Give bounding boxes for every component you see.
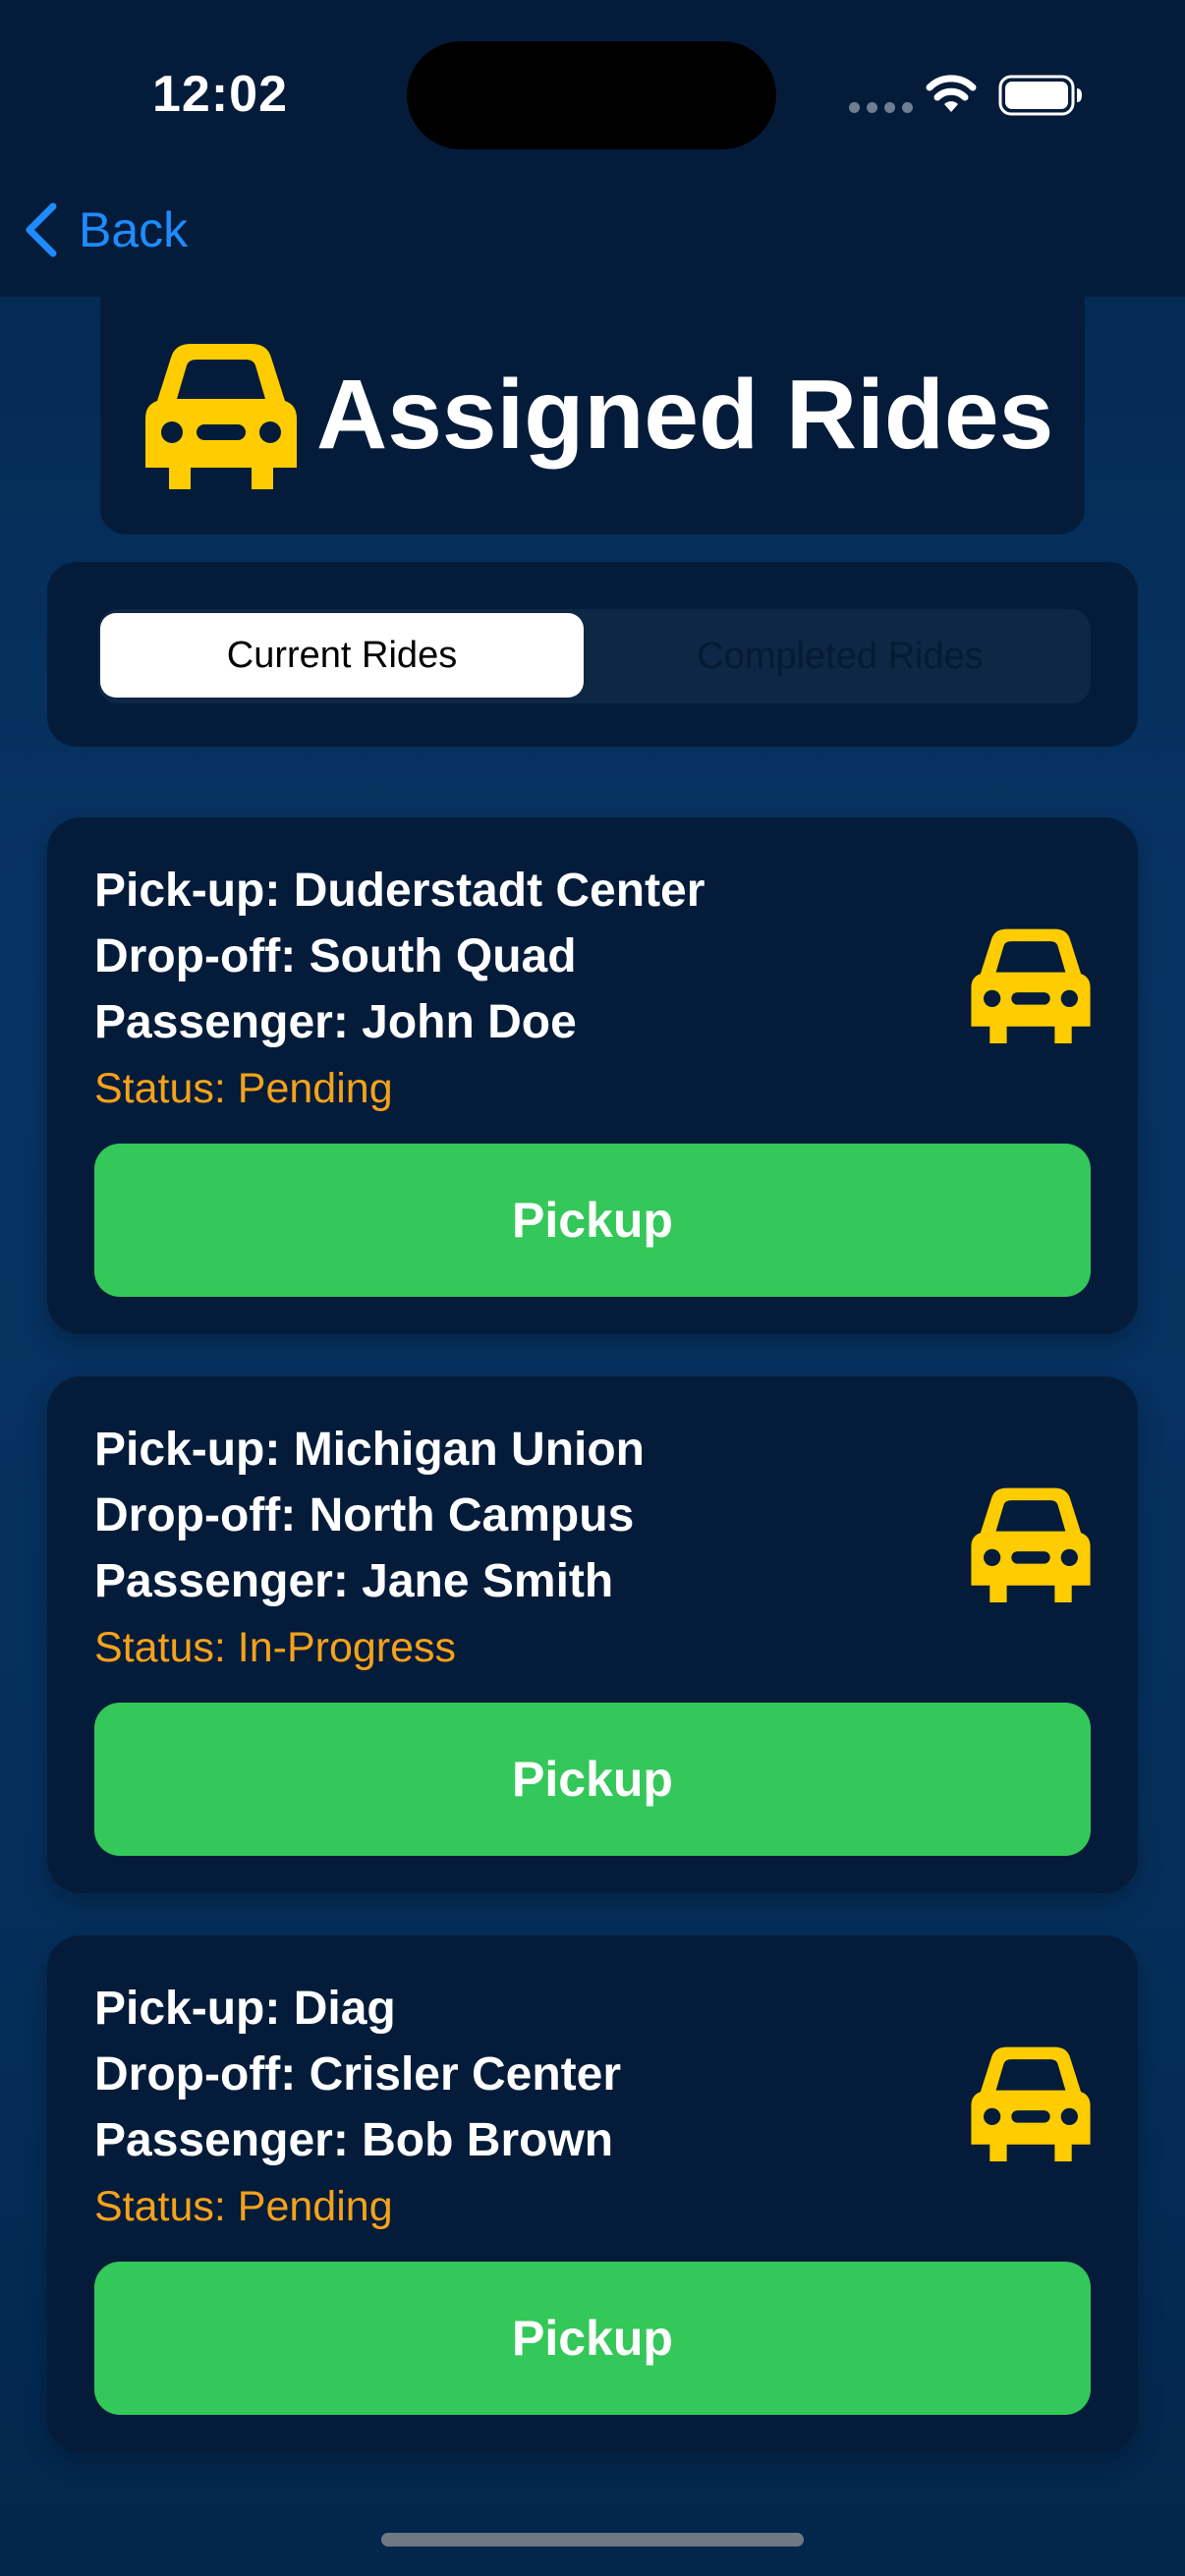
- ride-status: Status: In-Progress: [94, 1624, 457, 1671]
- pickup-location: Pick-up: Michigan Union: [94, 1424, 645, 1476]
- tab-current-rides[interactable]: Current Rides: [100, 613, 584, 698]
- dropoff-location: Drop-off: South Quad: [94, 930, 577, 982]
- dropoff-location: Drop-off: North Campus: [94, 1489, 635, 1541]
- passenger-name: Passenger: Jane Smith: [94, 1555, 614, 1607]
- pickup-location: Pick-up: Diag: [94, 1983, 396, 2035]
- ride-card: Pick-up: Diag Drop-off: Crisler Center P…: [47, 1935, 1138, 2452]
- car-icon: [971, 928, 1091, 1043]
- home-indicator[interactable]: [381, 2533, 804, 2547]
- car-icon: [971, 1487, 1091, 1602]
- status-time: 12:02: [152, 66, 288, 123]
- ride-status: Status: Pending: [94, 2183, 393, 2230]
- passenger-name: Passenger: John Doe: [94, 996, 577, 1048]
- tab-completed-rides[interactable]: Completed Rides: [590, 609, 1091, 703]
- pickup-button[interactable]: Pickup: [94, 2262, 1091, 2415]
- page-title: Assigned Rides: [316, 360, 1054, 470]
- pickup-button[interactable]: Pickup: [94, 1703, 1091, 1856]
- chevron-left-icon: [26, 202, 57, 257]
- battery-icon: [998, 75, 1082, 116]
- ride-card: Pick-up: Duderstadt Center Drop-off: Sou…: [47, 817, 1138, 1334]
- car-icon: [145, 344, 297, 489]
- back-button[interactable]: Back: [24, 195, 188, 265]
- ride-card: Pick-up: Michigan Union Drop-off: North …: [47, 1376, 1138, 1893]
- dynamic-island: [407, 41, 776, 149]
- ride-tabs: Current Rides Completed Rides: [98, 609, 1091, 703]
- pickup-location: Pick-up: Duderstadt Center: [94, 865, 705, 917]
- car-icon: [971, 2046, 1091, 2161]
- wifi-icon: [926, 75, 977, 112]
- cellular-signal-icon: [849, 102, 913, 113]
- passenger-name: Passenger: Bob Brown: [94, 2114, 614, 2166]
- back-label: Back: [79, 202, 189, 257]
- ride-status: Status: Pending: [94, 1065, 393, 1112]
- pickup-button[interactable]: Pickup: [94, 1144, 1091, 1297]
- dropoff-location: Drop-off: Crisler Center: [94, 2048, 622, 2100]
